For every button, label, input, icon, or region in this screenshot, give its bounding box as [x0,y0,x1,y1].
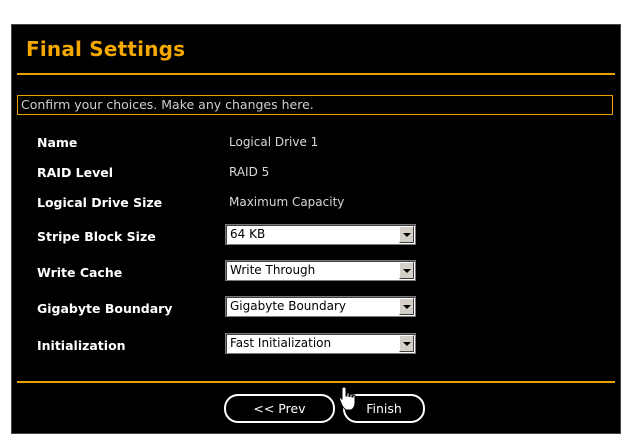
stripe-block-size-label: Stripe Block Size [37,229,156,244]
gigabyte-boundary-label: Gigabyte Boundary [37,301,173,316]
drive-size-value: Maximum Capacity [229,195,345,209]
initialization-select[interactable]: Fast Initialization [225,333,416,354]
name-label: Name [37,135,78,150]
gigabyte-boundary-value: Gigabyte Boundary [230,299,347,313]
page-title: Final Settings [26,37,186,61]
prev-button[interactable]: << Prev [224,394,335,423]
stripe-block-size-value: 64 KB [230,227,266,241]
write-cache-select[interactable]: Write Through [225,260,416,281]
initialization-label: Initialization [37,338,126,353]
drive-size-label: Logical Drive Size [37,195,163,210]
write-cache-label: Write Cache [37,265,123,280]
raid-level-value: RAID 5 [229,165,270,179]
confirm-banner: Confirm your choices. Make any changes h… [17,95,613,115]
chevron-down-icon[interactable] [399,262,414,279]
initialization-value: Fast Initialization [230,336,332,350]
chevron-down-icon[interactable] [399,335,414,352]
write-cache-value: Write Through [230,263,316,277]
final-settings-panel: Final Settings Confirm your choices. Mak… [11,24,621,434]
top-divider [17,73,615,75]
name-value: Logical Drive 1 [229,135,319,149]
gigabyte-boundary-select[interactable]: Gigabyte Boundary [225,296,416,317]
bottom-divider [17,381,615,383]
chevron-down-icon[interactable] [399,298,414,315]
chevron-down-icon[interactable] [399,226,414,243]
hand-pointer-icon [338,386,356,411]
raid-level-label: RAID Level [37,165,114,180]
stripe-block-size-select[interactable]: 64 KB [225,224,416,245]
